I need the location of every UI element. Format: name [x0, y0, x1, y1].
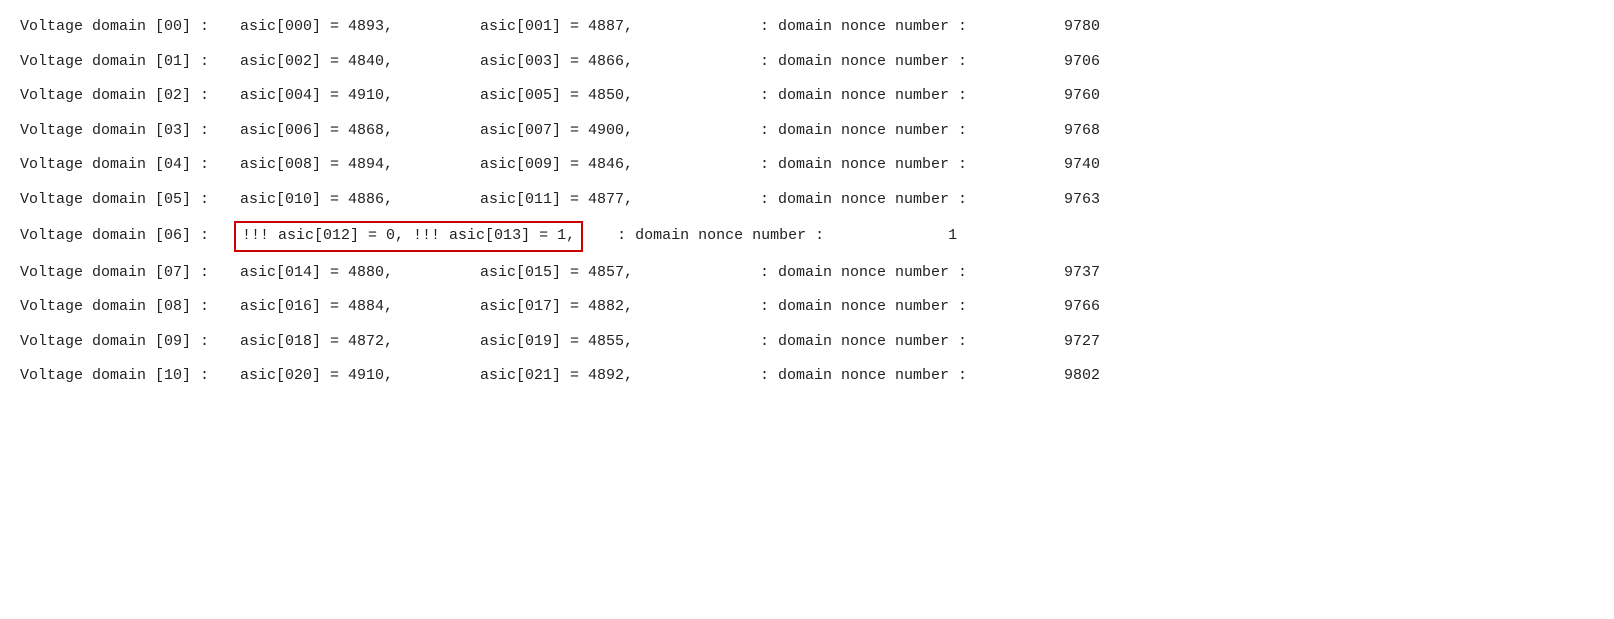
asic2-text: asic[009] = 4846, — [480, 154, 720, 177]
nonce-value: 9802 — [1020, 365, 1100, 388]
domain-label: Voltage domain [06] : — [20, 225, 240, 248]
domain-label: Voltage domain [02] : — [20, 85, 240, 108]
asic2-text: asic[015] = 4857, — [480, 262, 720, 285]
domain-label: Voltage domain [05] : — [20, 189, 240, 212]
asic1-error-text: !!! asic[012] = 0, — [242, 227, 404, 244]
asic1-text: asic[000] = 4893, — [240, 16, 480, 39]
asic2-text: asic[007] = 4900, — [480, 120, 720, 143]
log-row: Voltage domain [05] :asic[010] = 4886,as… — [20, 183, 1594, 218]
domain-label: Voltage domain [10] : — [20, 365, 240, 388]
nonce-label: : domain nonce number : — [617, 225, 877, 248]
log-row: Voltage domain [06] :!!! asic[012] = 0, … — [20, 217, 1594, 256]
domain-label: Voltage domain [09] : — [20, 331, 240, 354]
log-row: Voltage domain [10] :asic[020] = 4910,as… — [20, 359, 1594, 394]
asic2-text: asic[005] = 4850, — [480, 85, 720, 108]
asic1-text: asic[004] = 4910, — [240, 85, 480, 108]
nonce-label: : domain nonce number : — [760, 16, 1020, 39]
asic2-text: asic[011] = 4877, — [480, 189, 720, 212]
nonce-label: : domain nonce number : — [760, 85, 1020, 108]
asic2-error-text: !!! asic[013] = 1, — [413, 227, 575, 244]
asic1-text: asic[014] = 4880, — [240, 262, 480, 285]
asic2-text: asic[019] = 4855, — [480, 331, 720, 354]
nonce-value: 9768 — [1020, 120, 1100, 143]
log-row: Voltage domain [00] :asic[000] = 4893,as… — [20, 10, 1594, 45]
error-highlight-box: !!! asic[012] = 0, !!! asic[013] = 1, — [234, 221, 583, 252]
domain-label: Voltage domain [01] : — [20, 51, 240, 74]
asic1-text: asic[006] = 4868, — [240, 120, 480, 143]
log-row: Voltage domain [09] :asic[018] = 4872,as… — [20, 325, 1594, 360]
nonce-label: : domain nonce number : — [760, 120, 1020, 143]
nonce-label: : domain nonce number : — [760, 365, 1020, 388]
asic2-text: asic[017] = 4882, — [480, 296, 720, 319]
nonce-label: : domain nonce number : — [760, 154, 1020, 177]
domain-label: Voltage domain [04] : — [20, 154, 240, 177]
nonce-value: 9740 — [1020, 154, 1100, 177]
asic1-text: asic[008] = 4894, — [240, 154, 480, 177]
nonce-label: : domain nonce number : — [760, 51, 1020, 74]
asic2-text: asic[001] = 4887, — [480, 16, 720, 39]
log-row: Voltage domain [03] :asic[006] = 4868,as… — [20, 114, 1594, 149]
nonce-value: 9727 — [1020, 331, 1100, 354]
asic1-text: asic[018] = 4872, — [240, 331, 480, 354]
asic2-text: asic[021] = 4892, — [480, 365, 720, 388]
log-row: Voltage domain [08] :asic[016] = 4884,as… — [20, 290, 1594, 325]
nonce-label: : domain nonce number : — [760, 296, 1020, 319]
log-container: Voltage domain [00] :asic[000] = 4893,as… — [20, 10, 1594, 394]
log-row: Voltage domain [02] :asic[004] = 4910,as… — [20, 79, 1594, 114]
domain-label: Voltage domain [00] : — [20, 16, 240, 39]
nonce-value: 9763 — [1020, 189, 1100, 212]
nonce-value: 1 — [877, 225, 957, 248]
domain-label: Voltage domain [08] : — [20, 296, 240, 319]
log-row: Voltage domain [04] :asic[008] = 4894,as… — [20, 148, 1594, 183]
log-row: Voltage domain [01] :asic[002] = 4840,as… — [20, 45, 1594, 80]
log-row: Voltage domain [07] :asic[014] = 4880,as… — [20, 256, 1594, 291]
nonce-value: 9780 — [1020, 16, 1100, 39]
asic1-text: asic[010] = 4886, — [240, 189, 480, 212]
nonce-label: : domain nonce number : — [760, 189, 1020, 212]
domain-label: Voltage domain [07] : — [20, 262, 240, 285]
nonce-value: 9760 — [1020, 85, 1100, 108]
asic1-text: asic[016] = 4884, — [240, 296, 480, 319]
nonce-value: 9737 — [1020, 262, 1100, 285]
domain-label: Voltage domain [03] : — [20, 120, 240, 143]
asic1-text: asic[002] = 4840, — [240, 51, 480, 74]
asic1-text: asic[020] = 4910, — [240, 365, 480, 388]
nonce-value: 9706 — [1020, 51, 1100, 74]
asic2-text: asic[003] = 4866, — [480, 51, 720, 74]
nonce-label: : domain nonce number : — [760, 262, 1020, 285]
nonce-label: : domain nonce number : — [760, 331, 1020, 354]
nonce-value: 9766 — [1020, 296, 1100, 319]
